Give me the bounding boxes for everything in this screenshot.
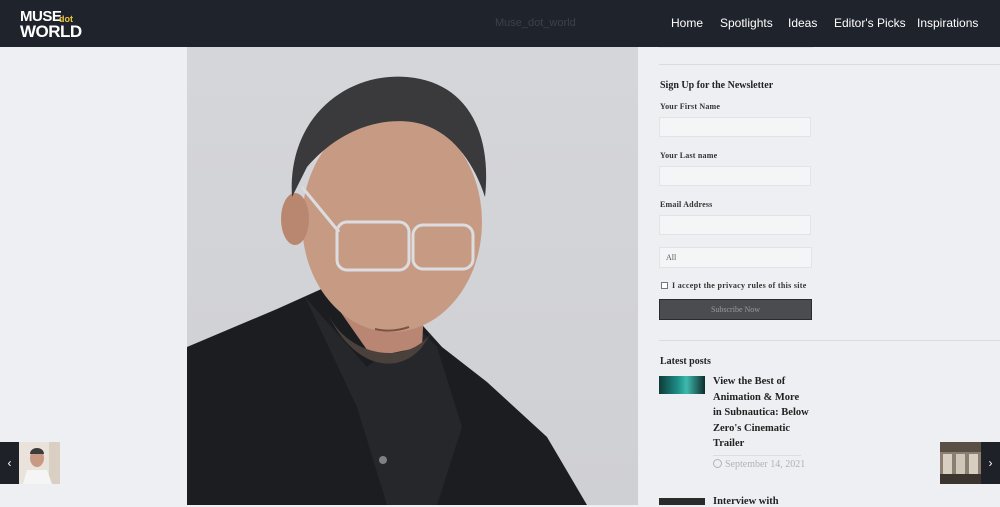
email-label: Email Address	[660, 200, 713, 209]
latest-posts-heading: Latest posts	[660, 356, 711, 367]
post-date-1: September 14, 2021	[713, 457, 809, 472]
post-thumbnail-1[interactable]	[659, 376, 705, 394]
list-select[interactable]: All	[659, 247, 812, 268]
sidebar	[638, 47, 1000, 505]
first-name-label: Your First Name	[660, 102, 721, 111]
post-title-1[interactable]: View the Best of Animation & More in Sub…	[713, 374, 809, 452]
prev-post-arrow[interactable]: ‹	[0, 442, 19, 484]
post-title-2[interactable]: Interview with	[713, 496, 779, 507]
first-name-field[interactable]	[659, 117, 811, 137]
email-field[interactable]	[659, 215, 811, 235]
nav-editors-picks[interactable]: Editor's Picks	[834, 0, 906, 47]
top-navigation-bar: MUSE dot WORLD Muse_dot_world Home Spotl…	[0, 0, 1000, 47]
portrait-illustration	[187, 76, 587, 505]
prev-post-thumbnail[interactable]	[19, 442, 60, 484]
header-ghost-text: Muse_dot_world	[495, 17, 576, 29]
newsletter-heading: Sign Up for the Newsletter	[660, 80, 774, 91]
left-margin	[0, 47, 187, 505]
next-thumb-image	[940, 442, 981, 484]
sidebar-divider-top	[659, 64, 1000, 65]
post-date-divider	[713, 455, 801, 456]
nav-spotlights[interactable]: Spotlights	[720, 0, 773, 47]
nav-home[interactable]: Home	[671, 0, 703, 47]
prev-thumb-image	[19, 442, 60, 484]
logo-line-world: WORLD	[20, 22, 82, 41]
sidebar-top-field-edge	[659, 47, 813, 48]
nav-ideas[interactable]: Ideas	[788, 0, 817, 47]
post-date-text: September 14, 2021	[725, 459, 806, 470]
last-name-field[interactable]	[659, 166, 811, 186]
clock-icon	[713, 459, 722, 468]
featured-portrait-image	[187, 47, 638, 505]
privacy-label: I accept the privacy rules of this site	[672, 281, 807, 290]
site-logo[interactable]: MUSE dot WORLD	[20, 9, 90, 41]
post-thumbnail-2[interactable]	[659, 498, 705, 505]
next-post-thumbnail[interactable]	[940, 442, 981, 484]
sidebar-divider-posts	[659, 340, 1000, 341]
last-name-label: Your Last name	[660, 151, 718, 160]
nav-inspirations[interactable]: Inspirations	[917, 0, 978, 47]
next-post-arrow[interactable]: ›	[981, 442, 1000, 484]
privacy-checkbox[interactable]	[661, 282, 668, 289]
subscribe-button[interactable]: Subscribe Now	[659, 299, 812, 320]
